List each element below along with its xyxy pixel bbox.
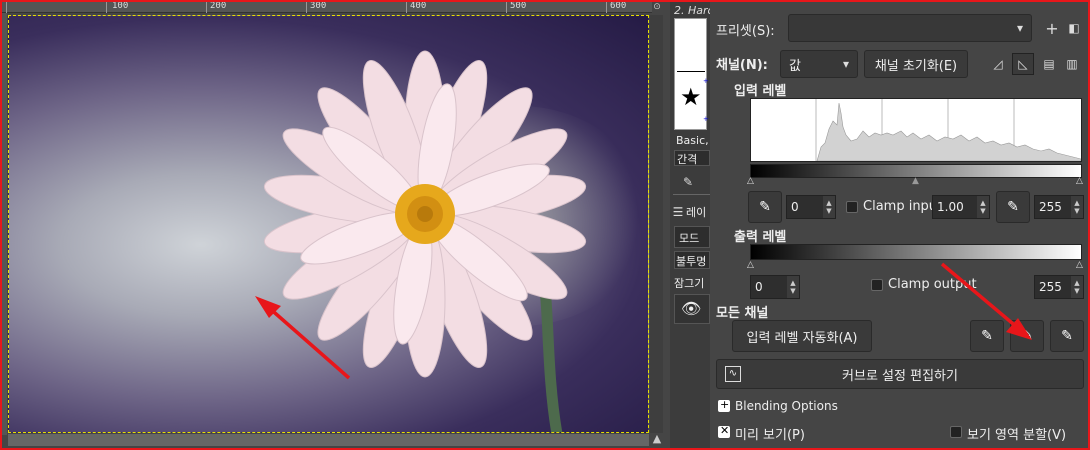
image-canvas[interactable] <box>8 15 649 433</box>
high-output-handle[interactable]: △ <box>1076 260 1083 270</box>
linear-histogram-icon[interactable]: ◿ <box>988 54 1008 74</box>
clamp-input-checkbox[interactable] <box>846 201 858 213</box>
edit-brush-icon[interactable]: ✎ <box>678 172 698 192</box>
pick-gray-point-button[interactable]: ✎ <box>1010 320 1044 352</box>
layer-mode-field[interactable]: 모드 <box>674 226 710 248</box>
high-output-value: 255 <box>1039 280 1062 294</box>
ruler-tick-label: 600 <box>610 2 627 11</box>
visibility-eye-icon[interactable]: 👁 <box>681 299 701 318</box>
edit-as-curves-label: 커브로 설정 편집하기 <box>842 368 958 384</box>
plus-marker-icon: + <box>703 77 709 85</box>
eyedropper-black-icon: ✎ <box>759 199 771 215</box>
low-output-value: 0 <box>755 280 763 294</box>
auto-input-levels-button[interactable]: 입력 레벨 자동화(A) <box>732 320 872 352</box>
low-input-spin[interactable]: 0 ▲ ▼ <box>786 195 836 219</box>
plus-marker-icon: + <box>703 115 709 123</box>
curves-icon: ∿ <box>725 366 741 382</box>
gimp-window: 100 200 300 400 500 600 ⊙ ▲ 2. Har ★ + +… <box>2 2 1088 448</box>
eyedropper-white-icon: ✎ <box>1061 328 1073 344</box>
ruler-tick-label: 300 <box>310 2 327 11</box>
mode-label: 모드 <box>679 232 700 245</box>
horizontal-scrollbar[interactable] <box>8 434 649 446</box>
brush-preview[interactable]: ★ + + <box>674 18 709 130</box>
high-input-value: 255 <box>1039 200 1062 214</box>
output-levels-title: 출력 레벨 <box>734 230 787 245</box>
vertical-scrollbar[interactable] <box>650 15 663 433</box>
ruler-tick-label: 100 <box>112 2 129 11</box>
opacity-label: 불투명 <box>676 255 707 268</box>
split-view-checkbox[interactable] <box>950 426 962 438</box>
plus-icon: + <box>720 398 730 411</box>
ruler-tick-label: 400 <box>410 2 427 11</box>
spacing-label: 간격 <box>677 153 698 166</box>
eyedropper-gray-icon: ✎ <box>1021 328 1033 344</box>
gamma-spin[interactable]: 1.00 ▲ ▼ <box>932 195 990 219</box>
clamp-output-label: Clamp output <box>888 277 977 292</box>
gamma-handle[interactable]: ▲ <box>912 176 919 186</box>
black-point-picker[interactable]: ✎ <box>748 191 782 223</box>
preview-label: 미리 보기(P) <box>735 428 805 443</box>
layer-row[interactable]: 👁 <box>674 294 710 324</box>
chevron-down-icon: ▾ <box>842 57 849 71</box>
blending-options-label[interactable]: Blending Options <box>735 399 838 413</box>
reset-channel-button[interactable]: 채널 초기화(E) <box>864 50 968 78</box>
preset-menu-icon[interactable]: ◧ <box>1064 18 1084 38</box>
layers-stack-icon: ☰ <box>672 205 684 219</box>
all-channels-title: 모든 채널 <box>716 306 769 321</box>
layers-tab[interactable]: 레이 <box>686 204 710 220</box>
preset-label: 프리셋(S): <box>716 24 775 39</box>
high-input-handle[interactable]: △ <box>1076 176 1083 186</box>
brush-name: Basic, <box>676 134 709 147</box>
ruler-tick-label: 500 <box>510 2 527 11</box>
histogram-view-icon[interactable]: ▤ <box>1039 54 1059 74</box>
star-brush-icon: ★ <box>680 83 702 111</box>
output-gradient <box>750 244 1082 260</box>
pick-white-point-button[interactable]: ✎ <box>1050 320 1084 352</box>
channel-label: 채널(N): <box>716 58 768 73</box>
log-histogram-icon[interactable]: ◺ <box>1012 53 1034 75</box>
histogram <box>750 98 1082 162</box>
chevron-down-icon: ▾ <box>1016 21 1023 35</box>
low-input-handle[interactable]: △ <box>747 176 754 186</box>
brush-tab-title[interactable]: 2. Hard <box>674 4 710 17</box>
clamp-input-label: Clamp input <box>863 199 943 214</box>
annotation-arrow <box>255 296 351 380</box>
pick-black-point-button[interactable]: ✎ <box>970 320 1004 352</box>
vertical-ruler <box>2 13 7 435</box>
lock-label: 잠그기 <box>674 277 705 290</box>
input-levels-title: 입력 레벨 <box>734 84 787 99</box>
zoom-lock-icon[interactable]: ⊙ <box>651 2 663 13</box>
spacing-field[interactable]: 간격 <box>674 150 710 166</box>
ruler-tick-label: 200 <box>210 2 227 11</box>
blending-options-expander[interactable]: + <box>718 398 730 412</box>
split-view-label: 보기 영역 분할(V) <box>967 428 1067 443</box>
low-input-value: 0 <box>791 200 799 214</box>
preset-combo[interactable]: ▾ <box>788 14 1032 42</box>
eyedropper-white-icon: ✎ <box>1007 199 1019 215</box>
low-output-spin[interactable]: 0 ▲ ▼ <box>750 275 800 299</box>
check-icon: ✕ <box>720 424 730 437</box>
clamp-output-checkbox[interactable] <box>871 279 883 291</box>
channel-value: 값 <box>789 58 801 74</box>
histogram-split-icon[interactable]: ▥ <box>1062 54 1082 74</box>
gamma-value: 1.00 <box>937 200 964 214</box>
white-point-picker[interactable]: ✎ <box>996 191 1030 223</box>
navigate-icon[interactable]: ▲ <box>650 432 664 446</box>
opacity-field[interactable]: 불투명 <box>674 251 710 269</box>
preview-checkbox[interactable]: ✕ <box>718 424 730 438</box>
channel-combo[interactable]: 값 ▾ <box>780 50 858 78</box>
add-preset-icon[interactable]: + <box>1042 18 1062 38</box>
eyedropper-black-icon: ✎ <box>981 328 993 344</box>
horizontal-ruler: 100 200 300 400 500 600 <box>2 2 652 13</box>
high-input-spin[interactable]: 255 ▲ ▼ <box>1034 195 1084 219</box>
edit-as-curves-button[interactable]: ∿ 커브로 설정 편집하기 <box>716 359 1084 389</box>
high-output-spin[interactable]: 255 ▲ ▼ <box>1034 275 1084 299</box>
low-output-handle[interactable]: △ <box>747 260 754 270</box>
